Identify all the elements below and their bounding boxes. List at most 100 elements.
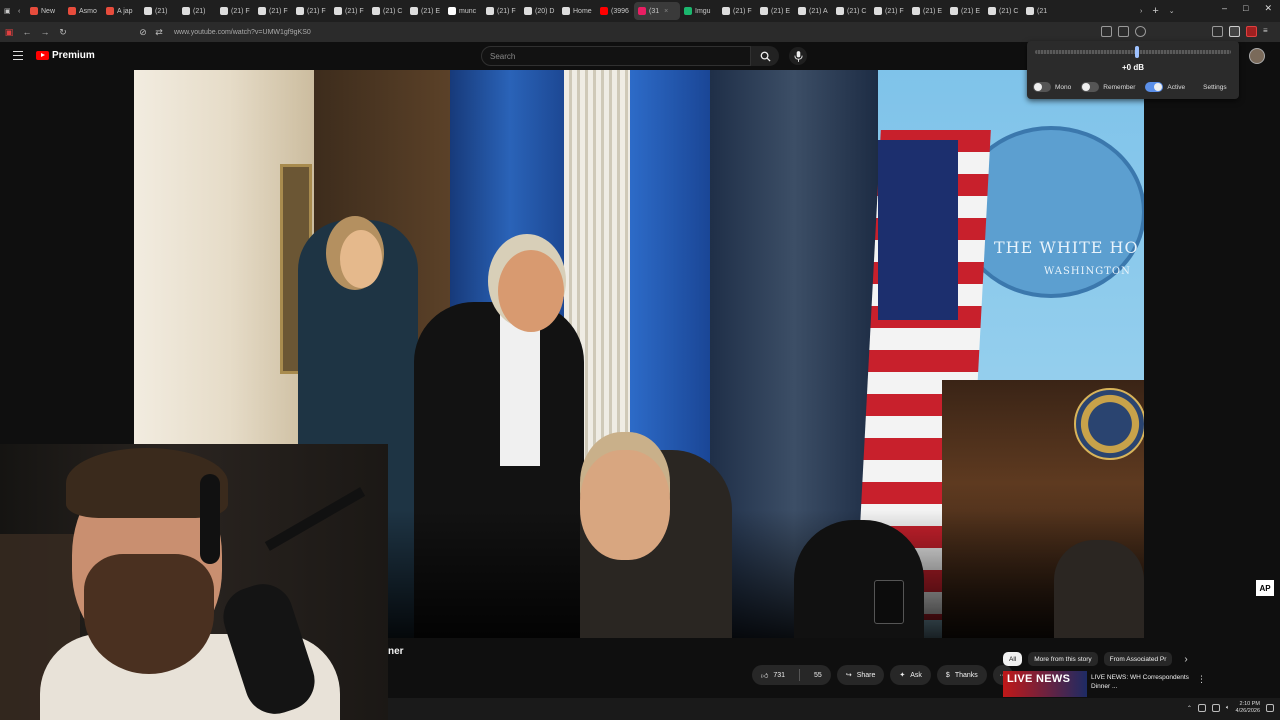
browser-tab[interactable]: (3996 [596, 2, 634, 20]
notifications-icon[interactable] [1266, 704, 1274, 712]
search-button[interactable] [751, 46, 779, 66]
address-bar-actions: ≡ [1101, 26, 1274, 37]
close-window-button[interactable]: ✕ [1264, 3, 1272, 14]
tab-favicon-icon [296, 7, 304, 15]
clock[interactable]: 2:10 PM 4/26/2026 [1236, 701, 1260, 715]
ask-button[interactable]: ✦ Ask [890, 665, 931, 685]
browser-tab[interactable]: munc [444, 2, 482, 20]
browser-tab[interactable]: (21) [140, 2, 178, 20]
forward-button[interactable]: → [36, 27, 54, 37]
tab-scroll-right[interactable]: › [1136, 2, 1146, 20]
display-icon[interactable] [1211, 704, 1220, 712]
chip-all[interactable]: All [1003, 652, 1023, 666]
search-input[interactable]: Search [481, 46, 751, 66]
tab-favicon-icon [182, 7, 190, 15]
tracking-icon[interactable]: ⇄ [150, 27, 168, 38]
tab-scroll-left[interactable]: ‹ [14, 2, 26, 20]
tray-overflow-icon[interactable]: ⌃ [1187, 705, 1192, 712]
dislike-button[interactable]: 55 [805, 665, 831, 685]
reload-button[interactable]: ↻ [54, 27, 72, 38]
minimize-button[interactable]: – [1222, 3, 1227, 14]
like-button[interactable]: 👍︎ 731 [752, 665, 794, 685]
thanks-icon: $ [945, 671, 950, 679]
shield-icon[interactable] [1212, 26, 1223, 37]
browser-tab[interactable]: (21) E [908, 2, 946, 20]
browser-tab[interactable]: (21) F [870, 2, 908, 20]
browser-tab[interactable]: (21) E [406, 2, 444, 20]
tab-label: (21) F [269, 7, 288, 15]
browser-tab[interactable]: (21 [1022, 2, 1060, 20]
browser-tab[interactable]: (21) F [254, 2, 292, 20]
browser-tab[interactable]: (21) A [794, 2, 832, 20]
thanks-button[interactable]: $ Thanks [936, 665, 987, 685]
extensions-icon[interactable] [1229, 26, 1240, 37]
mono-toggle[interactable]: Mono [1033, 82, 1071, 92]
video-actions: 👍︎ 731 55 ↪ Share ✦ Ask $ Thanks ··· [752, 665, 1013, 685]
more-vert-icon[interactable]: ⋮ [1197, 674, 1206, 685]
sidebar-toggle-icon[interactable]: ▣ [0, 27, 18, 38]
recommended-thumbnail[interactable]: LIVE NEWS [1003, 671, 1087, 697]
tab-favicon-icon [1026, 7, 1034, 15]
screenshot-icon[interactable] [1118, 26, 1129, 37]
tab-favicon-icon [448, 7, 456, 15]
browser-tab[interactable]: (21) C [984, 2, 1022, 20]
maximize-button[interactable]: □ [1243, 3, 1248, 14]
browser-tab[interactable]: (21) C [832, 2, 870, 20]
browser-tab[interactable]: New [26, 2, 64, 20]
voice-search-button[interactable] [789, 47, 807, 65]
tab-actions-button[interactable]: ▣ [0, 2, 14, 20]
remember-switch[interactable] [1081, 82, 1100, 92]
browser-tab[interactable]: Imgu [680, 2, 718, 20]
menu-icon[interactable]: ≡ [1263, 26, 1274, 37]
tab-favicon-icon [334, 7, 342, 15]
network-icon[interactable] [1197, 704, 1206, 712]
browser-tab[interactable]: (21) F [718, 2, 756, 20]
remember-toggle[interactable]: Remember [1081, 82, 1135, 92]
volume-icon[interactable]: 🔈︎ [1226, 705, 1230, 712]
browser-tab[interactable]: (21) F [482, 2, 520, 20]
browser-tab[interactable]: (31 × [634, 2, 680, 20]
share-button[interactable]: ↪ Share [836, 665, 885, 685]
tab-label: New [41, 7, 56, 15]
browser-tab[interactable]: (20) D [520, 2, 558, 20]
browser-tab[interactable]: Asmo [64, 2, 102, 20]
browser-tab[interactable]: Home [558, 2, 596, 20]
browser-tab[interactable]: (21) F [292, 2, 330, 20]
video-crowd-head [580, 450, 670, 560]
thumbs-up-icon: 👍︎ [761, 672, 769, 680]
tab-label: (21) F [497, 7, 516, 15]
browser-tab[interactable]: (21) [178, 2, 216, 20]
tab-favicon-icon [912, 7, 920, 15]
youtube-logo[interactable]: Premium [36, 50, 95, 61]
tab-close-icon[interactable]: × [664, 8, 668, 15]
volume-slider-track[interactable] [1035, 50, 1231, 54]
browser-tab[interactable]: (21) F [330, 2, 368, 20]
url-field[interactable]: www.youtube.com/watch?v=UMW1gf9gKS0 [174, 29, 311, 36]
browser-tab[interactable]: (21) E [756, 2, 794, 20]
browser-tab[interactable]: (21) E [946, 2, 984, 20]
tab-label: (21 [1037, 7, 1048, 15]
chip-from-associated-press[interactable]: From Associated Pr [1103, 652, 1173, 666]
browser-tab[interactable]: A jap [102, 2, 140, 20]
recommended-video[interactable]: LIVE NEWS LIVE NEWS: WH Correspondents D… [1003, 671, 1206, 697]
reader-icon[interactable] [1101, 26, 1112, 37]
settings-link[interactable]: Settings [1203, 84, 1227, 91]
sparkle-icon: ✦ [899, 672, 906, 679]
mono-switch[interactable] [1033, 82, 1051, 92]
active-switch[interactable] [1145, 82, 1164, 92]
new-tab-button[interactable]: + [1146, 2, 1164, 20]
bookmark-star-icon[interactable] [1135, 26, 1146, 37]
browser-tab[interactable]: (21) F [216, 2, 254, 20]
recommended-title[interactable]: LIVE NEWS: WH Correspondents Dinner ... [1091, 673, 1191, 691]
browser-tab[interactable]: (21) C [368, 2, 406, 20]
video-crowd-phone [874, 580, 904, 624]
tab-search-chevron-icon[interactable]: ⌄ [1165, 2, 1179, 20]
active-toggle[interactable]: Active [1145, 82, 1185, 92]
back-button[interactable]: ← [18, 27, 36, 37]
chip-more-from-story[interactable]: More from this story [1028, 652, 1098, 666]
chevron-right-icon[interactable]: › [1184, 654, 1187, 665]
volume-slider-thumb[interactable] [1135, 46, 1139, 58]
extension-red-icon[interactable] [1246, 26, 1257, 37]
avatar[interactable] [1249, 48, 1265, 64]
guide-menu-icon[interactable] [13, 51, 23, 60]
